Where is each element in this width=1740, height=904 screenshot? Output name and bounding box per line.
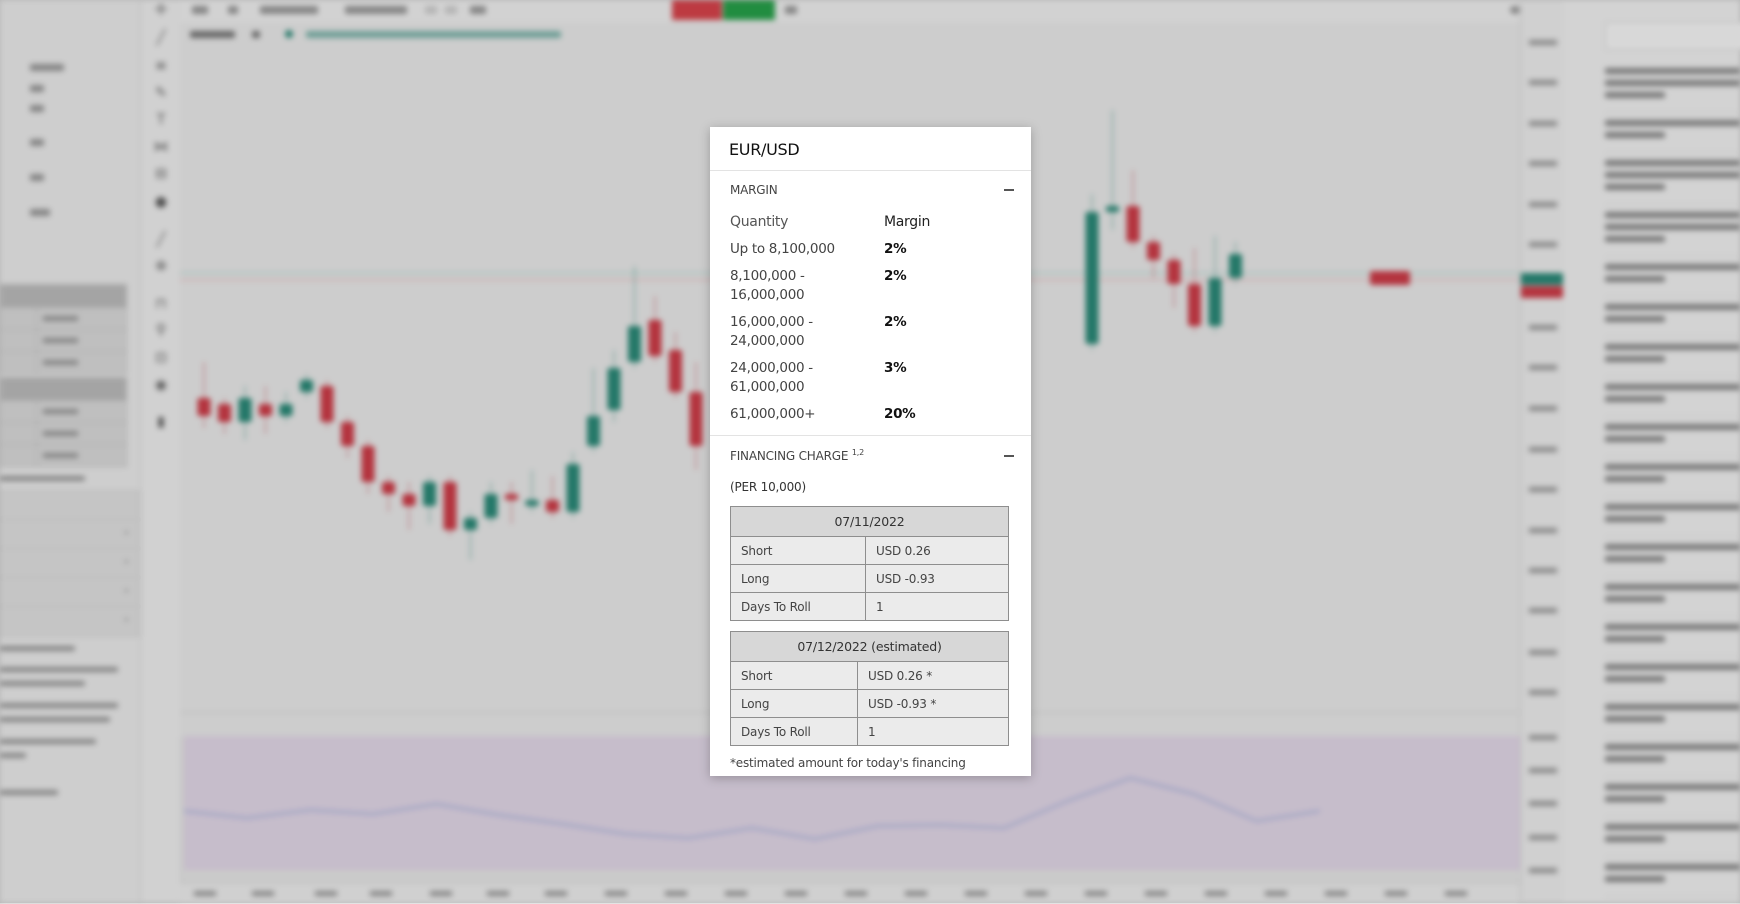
margin-rate: 2% [884,314,907,330]
margin-table: Quantity Margin Up to 8,100,000 2% 8,100… [710,209,1031,428]
financing-table-current: 07/11/2022 Short USD 0.26 Long USD -0.93… [730,506,1009,621]
margin-rate: 20% [884,406,916,422]
modal-title: EUR/USD [710,127,1031,171]
minus-icon[interactable] [1004,189,1014,191]
financing-value: USD -0.93 * [857,689,1009,718]
financing-value: USD 0.26 * [857,661,1009,690]
quantity-column-header: Quantity [730,214,789,230]
financing-date: 07/12/2022 (estimated) [730,631,1009,662]
financing-row: Days To Roll 1 [730,717,1009,746]
financing-row: Short USD 0.26 * [730,661,1009,690]
financing-value: USD 0.26 [865,536,1009,565]
quantity-range: 8,100,000 - 16,000,000 [730,268,805,303]
financing-footnote: *estimated amount for today's financing [730,756,966,770]
margin-table-header: Quantity Margin [730,209,1011,236]
financing-date: 07/11/2022 [730,506,1009,537]
financing-heading: FINANCING CHARGE [730,449,849,463]
financing-row: Days To Roll 1 [730,592,1009,621]
financing-label: Long [730,689,858,718]
financing-row: Long USD -0.93 * [730,689,1009,718]
financing-label: Days To Roll [730,592,866,621]
margin-section-header[interactable]: MARGIN [710,171,1031,209]
margin-rate: 2% [884,268,907,284]
financing-row: Short USD 0.26 [730,536,1009,565]
margin-row: 16,000,000 - 24,000,000 2% [730,309,1011,355]
quantity-range: 61,000,000+ [730,406,816,422]
financing-section-header[interactable]: FINANCING CHARGE 1,2 [710,436,1031,476]
margin-rate: 3% [884,360,907,376]
margin-row: 8,100,000 - 16,000,000 2% [730,263,1011,309]
quantity-range: 16,000,000 - 24,000,000 [730,314,813,349]
instrument-details-modal: EUR/USD MARGIN Quantity Margin Up to 8,1… [710,127,1031,776]
margin-heading: MARGIN [730,183,778,197]
margin-column-header: Margin [884,214,931,230]
financing-label: Short [730,661,858,690]
margin-row: 61,000,000+ 20% [730,401,1011,428]
financing-value: USD -0.93 [865,564,1009,593]
financing-footnote-refs: 1,2 [851,448,864,457]
financing-value: 1 [865,592,1009,621]
minus-icon[interactable] [1004,455,1014,457]
financing-table-estimated: 07/12/2022 (estimated) Short USD 0.26 * … [730,631,1009,746]
financing-unit: (PER 10,000) [730,480,806,494]
financing-row: Long USD -0.93 [730,564,1009,593]
quantity-range: Up to 8,100,000 [730,241,835,257]
financing-label: Short [730,536,866,565]
quantity-range: 24,000,000 - 61,000,000 [730,360,813,395]
margin-row: Up to 8,100,000 2% [730,236,1011,263]
margin-rate: 2% [884,241,907,257]
financing-label: Long [730,564,866,593]
financing-label: Days To Roll [730,717,858,746]
financing-value: 1 [857,717,1009,746]
margin-row: 24,000,000 - 61,000,000 3% [730,355,1011,401]
